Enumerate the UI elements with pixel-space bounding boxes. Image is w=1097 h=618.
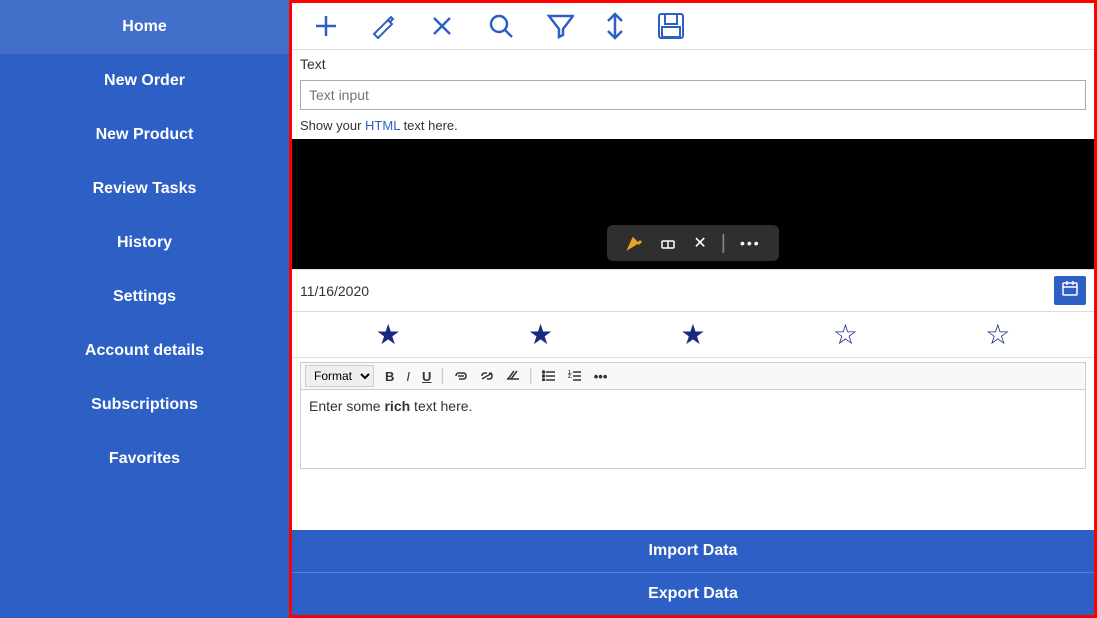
star-2[interactable]: ★ (528, 318, 553, 351)
sidebar-item-review-tasks[interactable]: Review Tasks (0, 162, 289, 216)
more-options-button[interactable]: ••• (589, 367, 613, 386)
main-toolbar (292, 3, 1094, 50)
italic-button[interactable]: I (401, 367, 415, 386)
star-4[interactable]: ☆ (833, 318, 858, 351)
text-input-row (292, 76, 1094, 114)
export-data-button[interactable]: Export Data (292, 572, 1094, 615)
add-icon[interactable] (312, 12, 340, 40)
clear-format-button[interactable] (501, 367, 525, 386)
pen-tool-btn[interactable] (619, 232, 649, 254)
unordered-list-button[interactable] (537, 367, 561, 386)
drawing-separator: | (721, 232, 726, 255)
text-input[interactable] (300, 80, 1086, 110)
rich-text-prefix: Enter some (309, 398, 384, 414)
drawing-toolbar: ✕ | ••• (607, 225, 778, 261)
html-preview: Show your HTML text here. (292, 114, 1094, 139)
eraser-tool-btn[interactable] (653, 232, 683, 254)
sidebar-item-home[interactable]: Home (0, 0, 289, 54)
sidebar: Home New Order New Product Review Tasks … (0, 0, 289, 618)
star-5[interactable]: ☆ (985, 318, 1010, 351)
bold-button[interactable]: B (380, 367, 399, 386)
stars-row: ★ ★ ★ ☆ ☆ (292, 312, 1094, 358)
sidebar-item-subscriptions[interactable]: Subscriptions (0, 378, 289, 432)
save-icon[interactable] (656, 11, 686, 41)
svg-text:2.: 2. (568, 374, 573, 380)
sidebar-item-settings[interactable]: Settings (0, 270, 289, 324)
sidebar-item-history[interactable]: History (0, 216, 289, 270)
main-content: Text Show your HTML text here. (289, 0, 1097, 618)
unlink-button[interactable] (475, 367, 499, 386)
rich-editor-container: Format B I U | (292, 358, 1094, 530)
drawing-area: ✕ | ••• (292, 139, 1094, 269)
html-prefix: Show your (300, 118, 365, 133)
rich-editor-body[interactable]: Enter some rich text here. (300, 389, 1086, 469)
ordered-list-button[interactable]: 1. 2. (563, 367, 587, 386)
drawing-close-btn[interactable]: ✕ (687, 231, 712, 255)
sort-icon[interactable] (604, 11, 626, 41)
text-section-label: Text (292, 50, 1094, 76)
rich-text-suffix: text here. (410, 398, 472, 414)
toolbar-sep-1: | (440, 367, 444, 385)
rich-text-bold: rich (384, 398, 410, 414)
star-3[interactable]: ★ (680, 318, 705, 351)
rich-text-toolbar: Format B I U | (300, 362, 1086, 389)
date-row (292, 269, 1094, 312)
toolbar-sep-2: | (529, 367, 533, 385)
calendar-button[interactable] (1054, 276, 1086, 305)
drawing-more-btn[interactable]: ••• (734, 233, 767, 253)
sidebar-item-new-product[interactable]: New Product (0, 108, 289, 162)
close-icon[interactable] (428, 12, 456, 40)
link-button[interactable] (449, 367, 473, 386)
import-data-button[interactable]: Import Data (292, 530, 1094, 572)
underline-button[interactable]: U (417, 367, 436, 386)
content-area: Text Show your HTML text here. (292, 50, 1094, 615)
filter-icon[interactable] (546, 11, 574, 41)
edit-icon[interactable] (370, 12, 398, 40)
html-link[interactable]: HTML (365, 118, 400, 133)
sidebar-item-new-order[interactable]: New Order (0, 54, 289, 108)
sidebar-item-favorites[interactable]: Favorites (0, 432, 289, 486)
format-select[interactable]: Format (305, 365, 374, 387)
search-icon[interactable] (486, 11, 516, 41)
sidebar-item-account-details[interactable]: Account details (0, 324, 289, 378)
date-input[interactable] (300, 283, 1054, 299)
html-suffix: text here. (400, 118, 458, 133)
star-1[interactable]: ★ (376, 318, 401, 351)
bottom-buttons: Import Data Export Data (292, 530, 1094, 615)
